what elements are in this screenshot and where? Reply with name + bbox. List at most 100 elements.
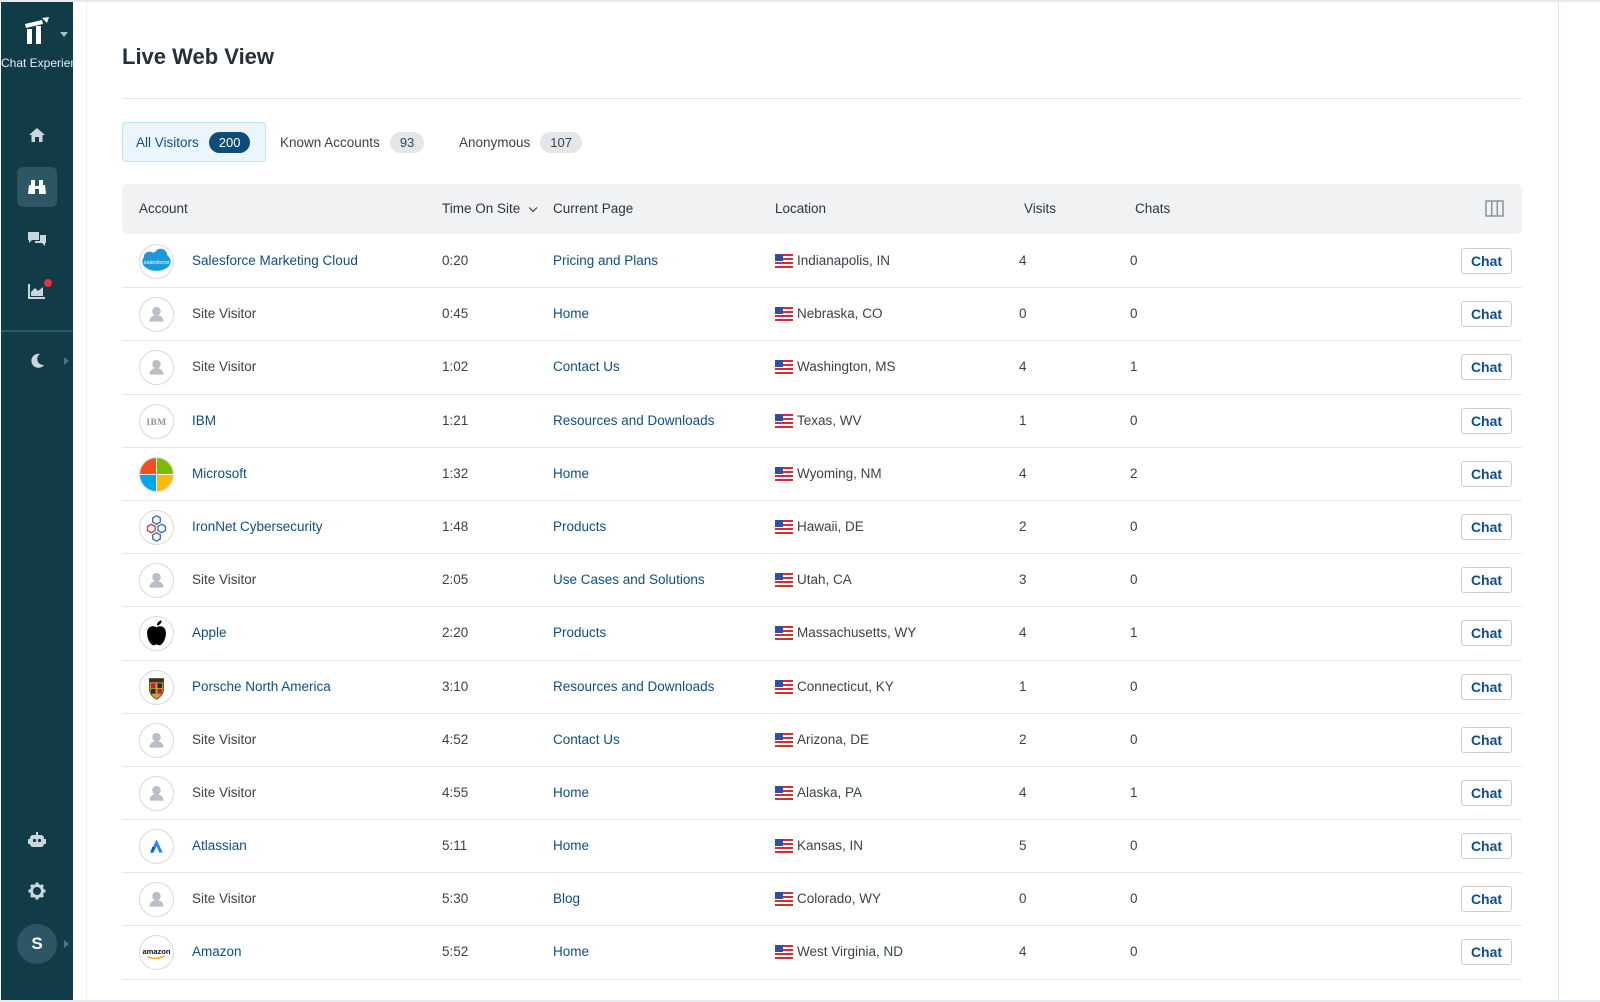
app-switcher[interactable]: Chat Experien...: [1, 16, 73, 71]
account-name: Site Visitor: [192, 306, 257, 322]
page-title: Live Web View: [122, 44, 275, 69]
tab-anonymous[interactable]: Anonymous 107: [459, 122, 589, 162]
nav-home[interactable]: [17, 115, 57, 155]
account-name[interactable]: IronNet Cybersecurity: [192, 501, 323, 553]
nav-live-web-view[interactable]: [17, 167, 57, 207]
chevron-right-icon: [64, 940, 69, 948]
current-page-link[interactable]: Home: [553, 448, 589, 500]
ibm-logo-icon: IBM: [139, 403, 174, 439]
visits-count: 4: [1019, 944, 1027, 960]
current-page-link[interactable]: Products: [553, 501, 606, 553]
time-on-site: 1:02: [442, 359, 469, 375]
account-name[interactable]: Salesforce Marketing Cloud: [192, 235, 358, 287]
location: Hawaii, DE: [775, 501, 864, 553]
current-page-link[interactable]: Pricing and Plans: [553, 235, 658, 287]
column-header-chats[interactable]: Chats: [1135, 184, 1170, 234]
current-page-link[interactable]: Home: [553, 767, 589, 819]
account-name[interactable]: Atlassian: [192, 820, 247, 872]
nav-settings[interactable]: [17, 871, 57, 911]
current-page-link[interactable]: Contact Us: [553, 341, 620, 393]
nav-bots[interactable]: [17, 820, 57, 860]
chevron-down-icon: [60, 32, 68, 37]
tab-label: Known Accounts: [280, 134, 380, 150]
table-row[interactable]: salesforce Salesforce Marketing Cloud 0:20…: [122, 235, 1522, 289]
time-on-site: 5:30: [442, 891, 469, 907]
column-header-account[interactable]: Account: [139, 184, 188, 234]
chat-button[interactable]: Chat: [1461, 248, 1512, 274]
visits-count: 2: [1019, 518, 1027, 534]
chat-button[interactable]: Chat: [1461, 886, 1512, 913]
current-page-link[interactable]: Use Cases and Solutions: [553, 554, 705, 606]
tab-known-accounts[interactable]: Known Accounts 93: [280, 122, 432, 162]
current-page-link[interactable]: Home: [553, 288, 589, 340]
chat-button[interactable]: Chat: [1461, 726, 1512, 753]
table-row[interactable]: Site Visitor 4:52 Contact Us Arizona, DE 2 0 C…: [122, 714, 1522, 767]
table-row[interactable]: Porsche North America 3:10 Resources and D…: [122, 661, 1522, 714]
current-page-link[interactable]: Contact Us: [553, 714, 620, 766]
location: Colorado, WY: [775, 873, 881, 925]
chats-count: 1: [1130, 625, 1138, 641]
table-row[interactable]: Atlassian 5:11 Home Kansas, IN 5 0 Chat: [122, 820, 1522, 874]
column-header-current-page[interactable]: Current Page: [553, 184, 633, 234]
table-row[interactable]: Site Visitor 2:05 Use Cases and Solutions U…: [122, 554, 1522, 608]
chat-button[interactable]: Chat: [1461, 354, 1512, 381]
account-name[interactable]: IBM: [192, 395, 216, 447]
time-on-site: 1:48: [442, 518, 469, 534]
us-flag-icon: [775, 413, 793, 428]
chat-button[interactable]: Chat: [1461, 301, 1512, 328]
nav-availability[interactable]: [17, 341, 57, 381]
visits-count: 0: [1019, 891, 1027, 907]
chat-button[interactable]: Chat: [1461, 513, 1512, 540]
chat-button[interactable]: Chat: [1461, 460, 1512, 487]
current-page-link[interactable]: Blog: [553, 873, 580, 925]
user-initial: S: [31, 934, 43, 953]
time-on-site: 2:05: [442, 572, 469, 588]
nav-conversations[interactable]: [17, 219, 57, 259]
table-row[interactable]: Site Visitor 5:30 Blog Colorado, WY 0 0 Chat: [122, 873, 1522, 927]
table-row[interactable]: Apple 2:20 Products Massachusetts, WY 4 1 Chat: [122, 607, 1522, 661]
table-row[interactable]: amazon Amazon 5:52 Home West Virginia, ND 4 0 C…: [122, 926, 1522, 980]
location: Kansas, IN: [775, 820, 863, 872]
current-page-link[interactable]: Resources and Downloads: [553, 661, 714, 713]
user-avatar[interactable]: S: [17, 924, 57, 964]
chat-button[interactable]: Chat: [1461, 567, 1512, 594]
chat-button[interactable]: Chat: [1461, 779, 1512, 806]
table-row[interactable]: Site Visitor 4:55 Home Alaska, PA 4 1 Chat: [122, 767, 1522, 821]
nav-analytics[interactable]: [17, 271, 57, 311]
table-row[interactable]: Site Visitor 1:02 Contact Us Washington, MS…: [122, 341, 1522, 395]
column-header-time-on-site[interactable]: Time On Site: [442, 184, 538, 234]
chevron-right-icon: [64, 357, 69, 365]
account-name[interactable]: Porsche North America: [192, 661, 331, 713]
tab-count-badge: 200: [208, 131, 251, 153]
visits-count: 5: [1019, 838, 1027, 854]
sidebar: Chat Experien...: [1, 2, 73, 1000]
current-page-link[interactable]: Products: [553, 607, 606, 659]
account-name[interactable]: Apple: [192, 607, 227, 659]
app-logo-icon: [22, 16, 52, 46]
account-name[interactable]: Microsoft: [192, 448, 247, 500]
tab-label: Anonymous: [459, 134, 531, 150]
table-row[interactable]: IBM IBM 1:21 Resources and Downloads Texas, …: [122, 395, 1522, 448]
time-on-site: 4:52: [442, 731, 469, 747]
current-page-link[interactable]: Resources and Downloads: [553, 395, 714, 447]
chat-button[interactable]: Chat: [1461, 620, 1512, 647]
chat-button[interactable]: Chat: [1461, 939, 1512, 966]
column-header-location[interactable]: Location: [775, 184, 826, 234]
location-text: Arizona, DE: [797, 731, 870, 747]
visits-count: 3: [1019, 572, 1027, 588]
tab-all-visitors[interactable]: All Visitors 200: [122, 122, 266, 162]
location: West Virginia, ND: [775, 926, 903, 978]
visits-count: 4: [1019, 359, 1027, 375]
table-row[interactable]: Site Visitor 0:45 Home Nebraska, CO 0 0 Chat: [122, 288, 1522, 342]
current-page-link[interactable]: Home: [553, 820, 589, 872]
chat-button[interactable]: Chat: [1461, 833, 1512, 860]
columns-settings-icon[interactable]: [1485, 200, 1504, 217]
chat-button[interactable]: Chat: [1461, 407, 1512, 434]
table-row[interactable]: IronNet Cybersecurity 1:48 Products Hawaii,…: [122, 501, 1522, 555]
us-flag-icon: [775, 360, 793, 375]
column-header-visits[interactable]: Visits: [1024, 184, 1056, 234]
chat-button[interactable]: Chat: [1461, 673, 1512, 700]
account-name[interactable]: Amazon: [192, 926, 242, 978]
table-row[interactable]: Microsoft 1:32 Home Wyoming, NM 4 2 Chat: [122, 448, 1522, 501]
current-page-link[interactable]: Home: [553, 926, 589, 978]
